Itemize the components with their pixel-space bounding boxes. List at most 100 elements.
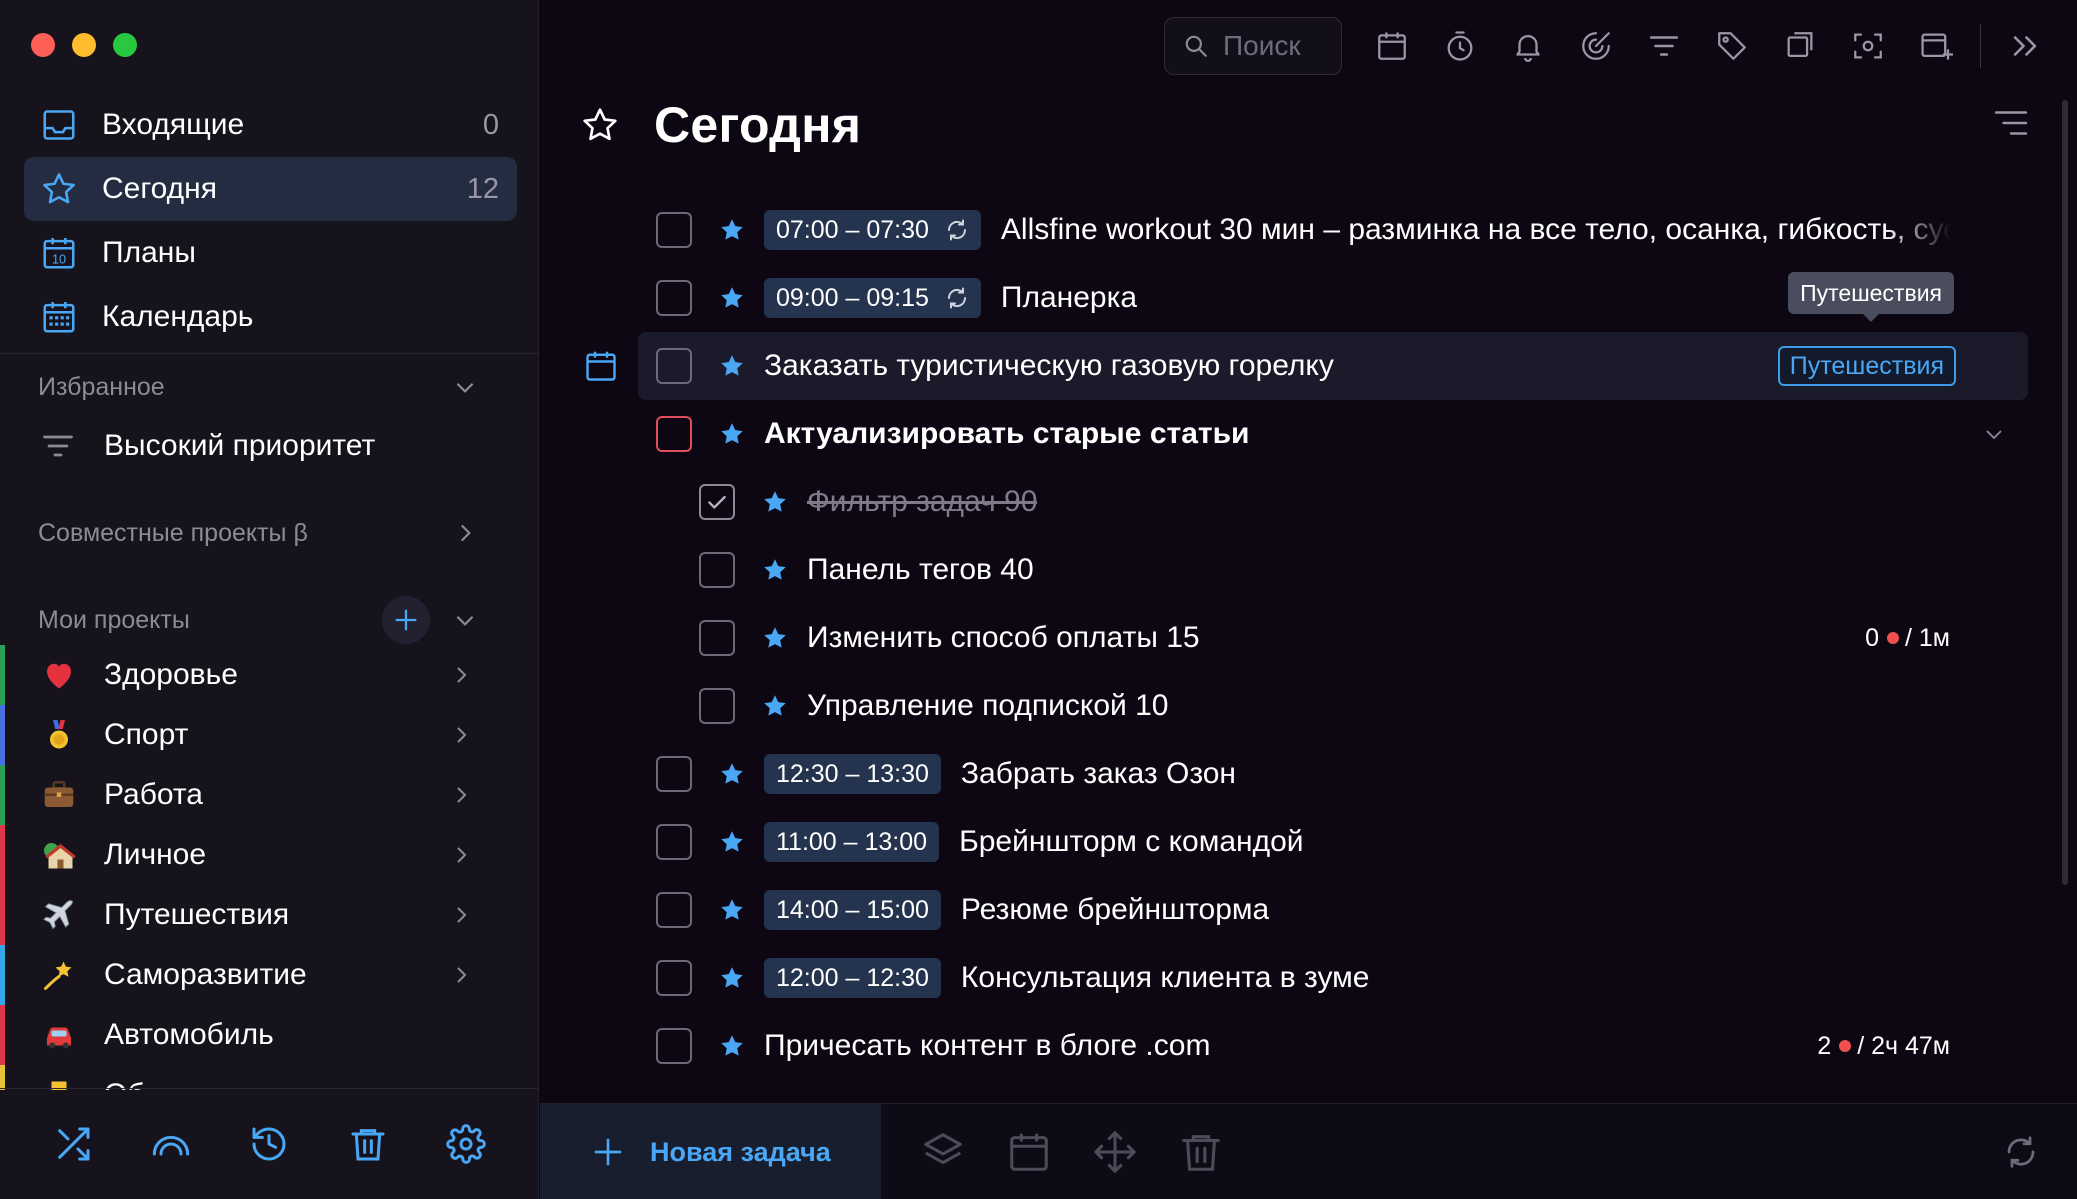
new-list-tool-button[interactable]: [1902, 17, 1970, 75]
task-checkbox-high-priority[interactable]: [656, 416, 692, 452]
task-checkbox[interactable]: [699, 688, 735, 724]
chevron-down-icon[interactable]: [452, 374, 478, 400]
project-personal[interactable]: Личное: [0, 825, 539, 885]
task-checkbox[interactable]: [699, 552, 735, 588]
task-checkbox[interactable]: [656, 960, 692, 996]
star-filled-icon[interactable]: [761, 556, 789, 584]
project-work[interactable]: Работа: [0, 765, 539, 825]
reminders-tool-button[interactable]: [1494, 17, 1562, 75]
subtask-row[interactable]: Управление подпиской 10: [638, 672, 2028, 740]
templates-tool-button[interactable]: [1766, 17, 1834, 75]
gear-icon[interactable]: [446, 1124, 486, 1164]
history-icon[interactable]: [249, 1124, 289, 1164]
task-checkbox[interactable]: [656, 1028, 692, 1064]
calendar-tool-button[interactable]: [1358, 17, 1426, 75]
chevron-right-icon[interactable]: [449, 903, 473, 927]
task-checkbox[interactable]: [656, 280, 692, 316]
expand-toolbar-button[interactable]: [1991, 17, 2059, 75]
star-filled-icon[interactable]: [718, 896, 746, 924]
chevron-right-icon[interactable]: [449, 843, 473, 867]
star-filled-icon[interactable]: [718, 760, 746, 788]
favorite-high-priority[interactable]: Высокий приоритет: [40, 428, 375, 464]
chevron-right-icon[interactable]: [449, 783, 473, 807]
trash-icon[interactable]: [1178, 1129, 1224, 1175]
subtask-row[interactable]: Фильтр задач 90: [638, 468, 2028, 536]
star-filled-icon[interactable]: [718, 420, 746, 448]
star-filled-icon[interactable]: [761, 692, 789, 720]
chevron-right-icon[interactable]: [449, 723, 473, 747]
project-other[interactable]: Об...: [0, 1065, 539, 1090]
subtask-row[interactable]: Панель тегов 40: [638, 536, 2028, 604]
task-checkbox-checked[interactable]: [699, 484, 735, 520]
search-input[interactable]: Поиск: [1164, 17, 1342, 75]
focus-tool-button[interactable]: [1562, 17, 1630, 75]
chevron-right-icon[interactable]: [449, 663, 473, 687]
nav-item-calendar[interactable]: Календарь: [24, 285, 517, 349]
nav-item-inbox[interactable]: Входящие 0: [24, 93, 517, 157]
time-chip[interactable]: 14:00 – 15:00: [764, 890, 941, 930]
rainbow-icon[interactable]: [151, 1124, 191, 1164]
star-filled-icon[interactable]: [718, 216, 746, 244]
time-chip[interactable]: 12:30 – 13:30: [764, 754, 941, 794]
time-chip[interactable]: 07:00 – 07:30: [764, 210, 981, 250]
chevron-right-icon[interactable]: [452, 520, 478, 546]
time-chip[interactable]: 11:00 – 13:00: [764, 822, 940, 862]
tags-tool-button[interactable]: [1698, 17, 1766, 75]
star-filled-icon[interactable]: [718, 1032, 746, 1060]
time-chip[interactable]: 09:00 – 09:15: [764, 278, 981, 318]
chevron-down-icon[interactable]: [1982, 422, 2006, 446]
task-row-selected[interactable]: Заказать туристическую газовую горелку П…: [638, 332, 2028, 400]
project-health[interactable]: Здоровье: [0, 645, 539, 705]
star-filled-icon[interactable]: [718, 828, 746, 856]
shuffle-icon[interactable]: [53, 1124, 93, 1164]
zoom-window-button[interactable]: [113, 33, 137, 57]
sync-icon[interactable]: [2003, 1134, 2039, 1170]
filter-tool-button[interactable]: [1630, 17, 1698, 75]
star-filled-icon[interactable]: [718, 964, 746, 992]
task-row[interactable]: 12:30 – 13:30 Забрать заказ Озон: [638, 740, 2028, 808]
task-checkbox[interactable]: [656, 892, 692, 928]
shared-projects-header[interactable]: Совместные проекты β: [38, 513, 478, 553]
nav-item-today[interactable]: Сегодня 12: [24, 157, 517, 221]
star-filled-icon[interactable]: [761, 488, 789, 516]
task-checkbox[interactable]: [656, 348, 692, 384]
favorites-header[interactable]: Избранное: [38, 367, 478, 407]
time-chip[interactable]: 12:00 – 12:30: [764, 958, 941, 998]
minimize-window-button[interactable]: [72, 33, 96, 57]
chevron-down-icon[interactable]: [452, 607, 478, 633]
project-travel[interactable]: Путешествия: [0, 885, 539, 945]
task-checkbox[interactable]: [656, 756, 692, 792]
star-filled-icon[interactable]: [718, 284, 746, 312]
timer-tool-button[interactable]: [1426, 17, 1494, 75]
task-row[interactable]: 07:00 – 07:30 Allsfine workout 30 мин – …: [638, 196, 2028, 264]
task-row[interactable]: 11:00 – 13:00 Брейншторм с командой: [638, 808, 2028, 876]
new-task-button[interactable]: Новая задача: [540, 1104, 881, 1199]
add-project-button[interactable]: [382, 596, 430, 644]
task-checkbox[interactable]: [699, 620, 735, 656]
star-filled-icon[interactable]: [761, 624, 789, 652]
move-icon[interactable]: [1092, 1129, 1138, 1175]
scan-tool-button[interactable]: [1834, 17, 1902, 75]
nav-item-plans[interactable]: 10 Планы: [24, 221, 517, 285]
calendar-icon[interactable]: [583, 347, 619, 385]
scrollbar[interactable]: [2062, 100, 2068, 885]
project-car[interactable]: Автомобиль: [0, 1005, 539, 1065]
trash-icon[interactable]: [348, 1124, 388, 1164]
layers-icon[interactable]: [920, 1129, 966, 1175]
task-checkbox[interactable]: [656, 824, 692, 860]
close-window-button[interactable]: [31, 33, 55, 57]
list-options-icon[interactable]: [1993, 108, 2029, 138]
project-sport[interactable]: Спорт: [0, 705, 539, 765]
task-row[interactable]: 09:00 – 09:15 Планерка Путешествия: [638, 264, 2028, 332]
calendar-icon[interactable]: [1006, 1129, 1052, 1175]
subtask-row[interactable]: Изменить способ оплаты 15 0 / 1м: [638, 604, 2028, 672]
task-checkbox[interactable]: [656, 212, 692, 248]
task-row[interactable]: 12:00 – 12:30 Консультация клиента в зум…: [638, 944, 2028, 1012]
project-tag[interactable]: Путешествия: [1777, 346, 1956, 386]
task-row[interactable]: Причесать контент в блоге .com 2 / 2ч 47…: [638, 1012, 2028, 1080]
project-self-development[interactable]: Саморазвитие: [0, 945, 539, 1005]
task-row-parent[interactable]: Актуализировать старые статьи: [638, 400, 2028, 468]
star-filled-icon[interactable]: [718, 352, 746, 380]
chevron-right-icon[interactable]: [449, 963, 473, 987]
task-row[interactable]: 14:00 – 15:00 Резюме брейншторма: [638, 876, 2028, 944]
